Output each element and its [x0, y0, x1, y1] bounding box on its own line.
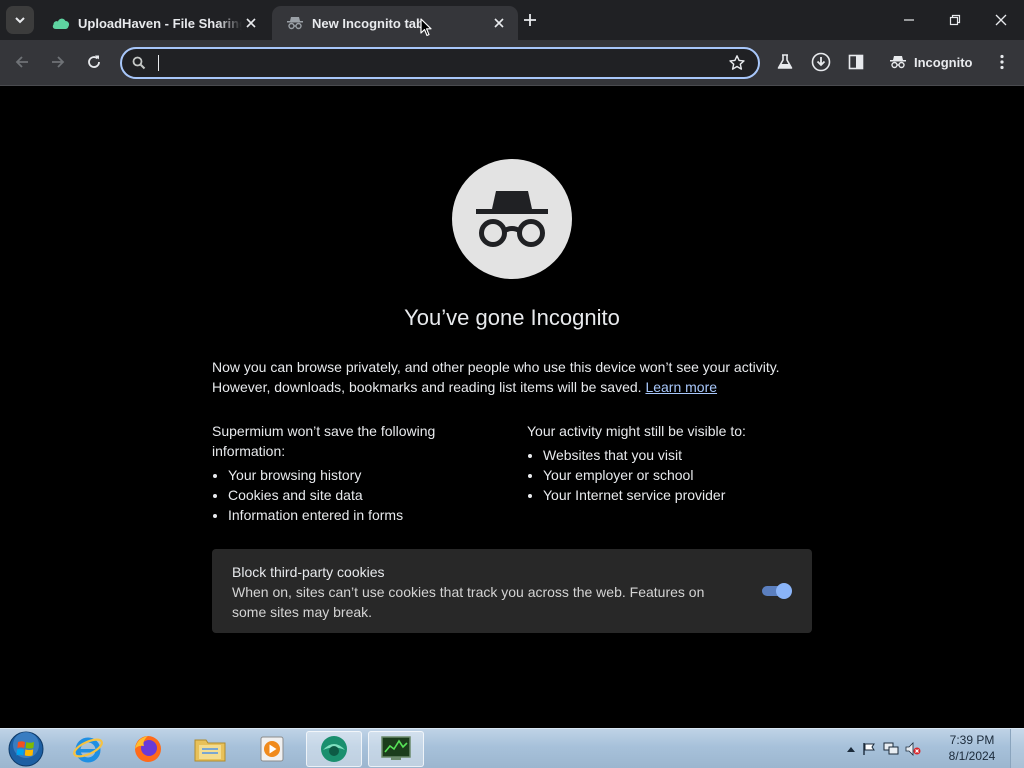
internet-explorer-icon — [73, 737, 103, 763]
not-saved-section: Supermium won’t save the following infor… — [212, 421, 492, 525]
tab-new-incognito[interactable]: New Incognito tab — [272, 6, 518, 40]
not-saved-heading: Supermium won’t save the following infor… — [212, 423, 436, 459]
bookmark-star-icon[interactable] — [728, 54, 746, 77]
reload-button[interactable] — [80, 48, 108, 76]
restore-button[interactable] — [932, 0, 978, 40]
firefox-icon — [135, 736, 161, 762]
toolbar: Incognito — [0, 40, 1024, 86]
minimize-icon — [904, 19, 914, 21]
arrow-right-icon — [52, 56, 65, 68]
restore-icon — [949, 14, 961, 26]
page-title: You’ve gone Incognito — [404, 305, 620, 330]
incognito-hero-icon — [452, 159, 572, 279]
chevron-down-icon — [15, 17, 25, 24]
mouse-cursor-icon — [420, 18, 432, 37]
taskbar-clock[interactable]: 7:39 PM 8/1/2024 — [940, 732, 1004, 764]
supermium-icon — [321, 736, 347, 762]
download-icon — [811, 52, 831, 72]
forward-button[interactable] — [44, 48, 72, 76]
close-tab-icon[interactable] — [242, 14, 260, 32]
show-hidden-icons-button[interactable] — [844, 746, 858, 752]
close-window-button[interactable] — [978, 0, 1024, 40]
toggle-knob — [776, 583, 792, 599]
list-item: Cookies and site data — [228, 485, 492, 505]
incognito-new-tab-page: You’ve gone Incognito Now you can browse… — [0, 87, 1024, 728]
search-icon — [132, 56, 146, 75]
volume-muted-icon[interactable] — [902, 742, 924, 756]
visible-to-section: Your activity might still be visible to:… — [527, 421, 812, 505]
media-player-icon — [260, 736, 284, 762]
side-panel-icon — [848, 54, 864, 70]
cookie-card-description: When on, sites can’t use cookies that tr… — [232, 584, 705, 620]
profile-chip-label: Incognito — [914, 54, 973, 70]
back-button[interactable] — [8, 48, 36, 76]
side-panel-button[interactable] — [842, 48, 870, 76]
flask-icon — [777, 54, 793, 69]
minimize-button[interactable] — [886, 0, 932, 40]
labs-button[interactable] — [771, 48, 799, 76]
learn-more-link[interactable]: Learn more — [645, 379, 717, 395]
tab-search-button[interactable] — [6, 6, 34, 34]
list-item: Your Internet service provider — [543, 485, 812, 505]
clock-time: 7:39 PM — [949, 733, 995, 747]
cloud-icon — [52, 14, 70, 32]
tab-title: New Incognito tab — [312, 15, 424, 31]
incognito-icon — [286, 14, 304, 32]
not-saved-list: Your browsing history Cookies and site d… — [212, 465, 492, 525]
more-vert-icon — [1000, 54, 1004, 70]
taskbar-task-manager[interactable] — [368, 731, 424, 767]
windows-logo-icon — [8, 731, 44, 767]
list-item: Information entered in forms — [228, 505, 492, 525]
task-manager-icon — [381, 736, 411, 760]
intro-paragraph: Now you can browse privately, and other … — [212, 357, 812, 397]
clock-date: 8/1/2024 — [948, 749, 996, 763]
visible-to-heading: Your activity might still be visible to: — [527, 423, 746, 439]
menu-button[interactable] — [988, 48, 1016, 76]
list-item: Your browsing history — [228, 465, 492, 485]
system-tray — [844, 729, 924, 768]
close-icon — [995, 14, 1007, 26]
file-explorer-icon — [194, 739, 226, 762]
cookie-card-title: Block third-party cookies — [232, 564, 385, 580]
taskbar-supermium[interactable] — [306, 731, 362, 767]
tab-strip: UploadHaven - File Sharing M New Incogni… — [0, 0, 1024, 40]
address-input[interactable] — [156, 53, 716, 73]
start-button[interactable] — [6, 730, 46, 768]
close-tab-icon[interactable] — [490, 14, 508, 32]
windows-taskbar: 7:39 PM 8/1/2024 — [0, 728, 1024, 768]
network-icon[interactable] — [880, 742, 902, 756]
incognito-icon — [890, 56, 906, 69]
show-desktop-button[interactable] — [1010, 729, 1024, 768]
action-center-flag-icon[interactable] — [858, 742, 880, 756]
tab-title: UploadHaven - File Sharing M — [78, 15, 242, 31]
taskbar-media-player[interactable] — [244, 731, 300, 767]
reload-icon — [88, 55, 100, 68]
taskbar-internet-explorer[interactable] — [60, 731, 116, 767]
third-party-cookies-card: Block third-party cookies When on, sites… — [212, 549, 812, 633]
chevron-up-icon — [847, 747, 855, 752]
address-bar[interactable] — [120, 47, 760, 79]
plus-icon — [524, 14, 536, 26]
tab-uploadhaven[interactable]: UploadHaven - File Sharing M — [38, 6, 270, 40]
arrow-left-icon — [15, 56, 28, 68]
list-item: Websites that you visit — [543, 445, 812, 465]
visible-to-list: Websites that you visit Your employer or… — [527, 445, 812, 505]
new-tab-button[interactable] — [518, 8, 542, 32]
list-item: Your employer or school — [543, 465, 812, 485]
incognito-profile-button[interactable]: Incognito — [884, 48, 979, 76]
downloads-button[interactable] — [807, 48, 835, 76]
taskbar-file-explorer[interactable] — [182, 731, 238, 767]
taskbar-firefox[interactable] — [120, 731, 176, 767]
text-caret — [158, 55, 159, 71]
block-cookies-toggle[interactable] — [760, 583, 792, 599]
